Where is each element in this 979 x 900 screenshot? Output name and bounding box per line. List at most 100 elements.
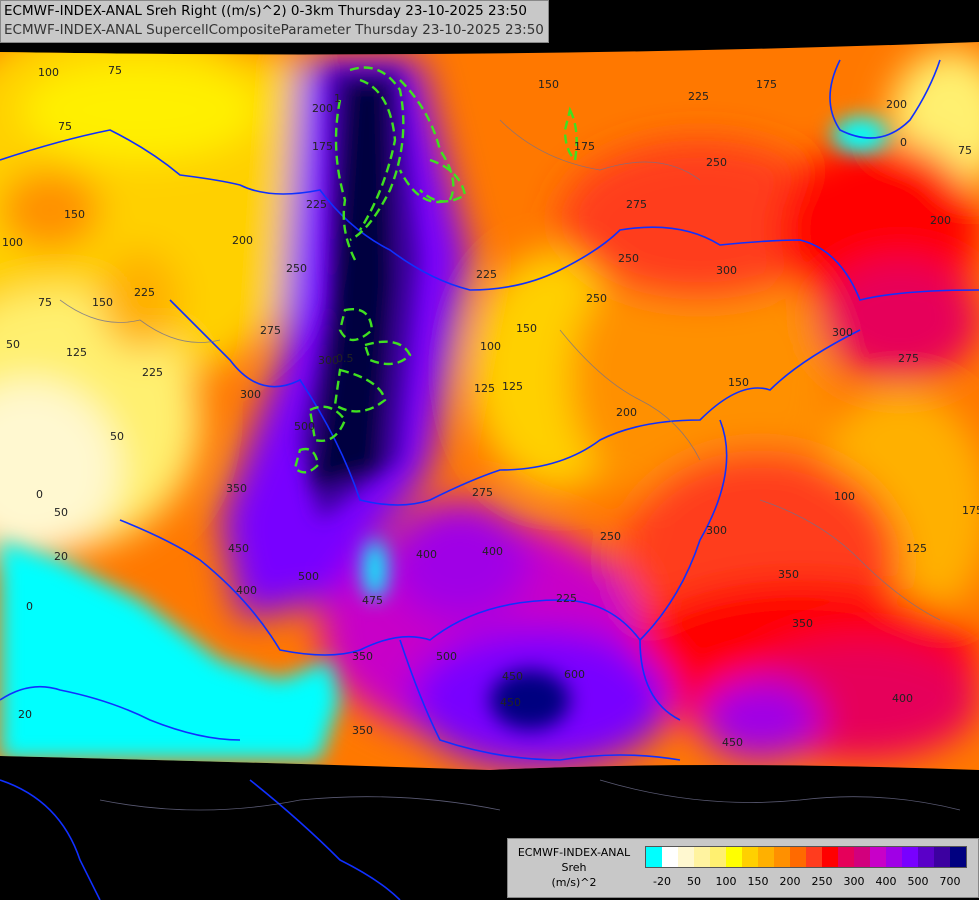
contour-label: 300 — [832, 326, 853, 339]
legend-tick-label: 50 — [687, 875, 701, 888]
contour-label: 350 — [792, 617, 813, 630]
contour-label: 0 — [26, 600, 33, 613]
sreh-map: 100 75 75 150 100 75 150 225 50 125 225 … — [0, 0, 979, 900]
contour-label: 450 — [228, 542, 249, 555]
contour-label: 0 — [900, 136, 907, 149]
contour-label: 275 — [898, 352, 919, 365]
contour-label: 250 — [586, 292, 607, 305]
legend-swatch — [886, 847, 902, 867]
contour-label: 200 — [616, 406, 637, 419]
contour-label: 450 — [500, 696, 521, 709]
contour-label: 175 — [574, 140, 595, 153]
legend-swatch — [806, 847, 822, 867]
legend-swatch — [742, 847, 758, 867]
contour-label: 350 — [352, 650, 373, 663]
contour-label: 275 — [472, 486, 493, 499]
contour-label: 75 — [38, 296, 52, 309]
contour-label: 225 — [142, 366, 163, 379]
contour-label: 225 — [556, 592, 577, 605]
legend-swatch — [854, 847, 870, 867]
contour-label: 225 — [688, 90, 709, 103]
legend-swatch — [662, 847, 678, 867]
contour-label: 150 — [538, 78, 559, 91]
contour-label: 150 — [64, 208, 85, 221]
contour-label: 75 — [108, 64, 122, 77]
contour-label: 275 — [626, 198, 647, 211]
legend-swatch — [838, 847, 854, 867]
contour-label: 400 — [416, 548, 437, 561]
map-title-box: ECMWF-INDEX-ANAL Sreh Right ((m/s)^2) 0-… — [0, 0, 549, 43]
legend-swatch — [774, 847, 790, 867]
legend-tick-label: -20 — [653, 875, 671, 888]
contour-label: 300 — [240, 388, 261, 401]
contour-label: 150 — [92, 296, 113, 309]
contour-label: 125 — [502, 380, 523, 393]
contour-label: 250 — [600, 530, 621, 543]
contour-label: 150 — [728, 376, 749, 389]
legend-tick-label: 700 — [939, 875, 961, 888]
contour-label: 350 — [226, 482, 247, 495]
contour-label: 50 — [110, 430, 124, 443]
contour-label: 50 — [6, 338, 20, 351]
map-title-sreh: ECMWF-INDEX-ANAL Sreh Right ((m/s)^2) 0-… — [4, 3, 527, 19]
contour-label: 250 — [706, 156, 727, 169]
contour-label: 0 — [36, 488, 43, 501]
contour-label: 200 — [886, 98, 907, 111]
legend-tick-label: 150 — [747, 875, 769, 888]
contour-label: 125 — [66, 346, 87, 359]
contour-label: 200 — [232, 234, 253, 247]
contour-label: 0.5 — [336, 352, 354, 365]
legend-title: ECMWF-INDEX-ANAL Sreh (m/s)^2 — [512, 845, 636, 890]
legend-swatch — [710, 847, 726, 867]
map-title-scp: ECMWF-INDEX-ANAL SupercellCompositeParam… — [4, 22, 544, 38]
contour-label: 50 — [54, 506, 68, 519]
contour-label: 225 — [476, 268, 497, 281]
contour-label: 175 — [756, 78, 777, 91]
legend-tick-label: 200 — [779, 875, 801, 888]
legend-swatch — [758, 847, 774, 867]
contour-label: 175 — [962, 504, 979, 517]
legend-tick-label: 100 — [715, 875, 737, 888]
contour-label: 250 — [618, 252, 639, 265]
contour-label: 175 — [312, 140, 333, 153]
legend-swatch — [870, 847, 886, 867]
legend-title-unit: (m/s)^2 — [551, 876, 597, 889]
legend-swatch — [902, 847, 918, 867]
contour-label: 500 — [298, 570, 319, 583]
contour-label: 300 — [706, 524, 727, 537]
contour-label: 450 — [722, 736, 743, 749]
contour-label: 450 — [502, 670, 523, 683]
contour-label: 275 — [260, 324, 281, 337]
contour-label: 300 — [716, 264, 737, 277]
legend-tick-label: 250 — [811, 875, 833, 888]
legend-swatch — [678, 847, 694, 867]
legend-tick-label: 500 — [907, 875, 929, 888]
contour-label: 400 — [236, 584, 257, 597]
contour-label: 100 — [2, 236, 23, 249]
contour-label: 100 — [38, 66, 59, 79]
legend-title-variable: Sreh — [561, 861, 587, 874]
legend-swatch — [694, 847, 710, 867]
contour-label: 350 — [352, 724, 373, 737]
contour-label: 75 — [58, 120, 72, 133]
sreh-field — [0, 42, 979, 770]
legend-tick-labels: -20 50 100 150 200 250 300 400 500 700 — [645, 875, 975, 891]
legend-color-bar — [645, 846, 967, 868]
contour-label: 75 — [958, 144, 972, 157]
contour-label: 475 — [362, 594, 383, 607]
contour-label: 125 — [906, 542, 927, 555]
contour-label: 250 — [286, 262, 307, 275]
contour-label: 225 — [134, 286, 155, 299]
legend-tick-label: 400 — [875, 875, 897, 888]
legend-title-source: ECMWF-INDEX-ANAL — [517, 846, 631, 859]
contour-label: 200 — [312, 102, 333, 115]
contour-label: 350 — [778, 568, 799, 581]
contour-label: 200 — [930, 214, 951, 227]
legend-swatch — [918, 847, 934, 867]
contour-label: 100 — [480, 340, 501, 353]
contour-label: 1 — [334, 92, 341, 105]
contour-label: 400 — [892, 692, 913, 705]
contour-label: 150 — [516, 322, 537, 335]
legend-tick-label: 300 — [843, 875, 865, 888]
legend-swatch — [950, 847, 966, 867]
